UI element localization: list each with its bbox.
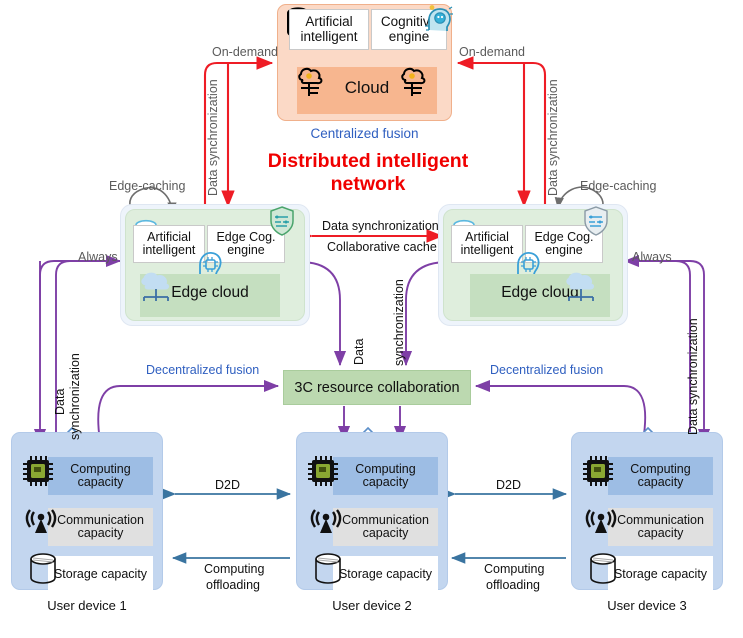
cpu-chip-icon-d3 (583, 456, 613, 486)
center-data-sync-line2: synchronization (392, 279, 406, 366)
d1-storage-line1: Storage capacity (53, 567, 148, 582)
antenna-icon-d2 (310, 509, 342, 533)
computing-offloading-label-2-line1: Computing (484, 562, 545, 576)
page-title-line2: network (330, 173, 406, 196)
device-1-communication-capacity: Communication capacity (48, 508, 153, 546)
edge-caching-label-right: Edge-caching (580, 179, 657, 193)
always-label-right: Always (632, 250, 672, 264)
user-device-3-label: User device 3 (607, 598, 687, 613)
computing-offloading-label-1-line1: Computing (204, 562, 265, 576)
page-title: Distributed intelligent network (253, 150, 483, 197)
cloud-network-icon-right (566, 272, 594, 301)
storage-cylinder-icon-d2 (315, 553, 341, 584)
data-sync-label-cloud-right: Data synchronization (546, 79, 560, 196)
d2-comm-line1: Communication (342, 512, 429, 527)
always-label-left: Always (78, 250, 118, 264)
edge-left-ai-line1: Artificial (147, 229, 191, 244)
antenna-icon-d1 (25, 509, 57, 533)
storage-cylinder-icon-d1 (30, 553, 56, 584)
edge-link-top-label: Data synchronization (322, 219, 439, 233)
on-demand-label-right: On-demand (459, 45, 526, 59)
d2-comm-line2: capacity (362, 526, 409, 540)
cpu-chip-icon-d2 (308, 456, 338, 486)
edge-right-ai-line2: intelligent (460, 243, 514, 257)
edge-caching-label-left: Edge-caching (109, 179, 186, 193)
d3-storage-line1: Storage capacity (613, 567, 708, 582)
cpu-chip-icon-d1 (23, 456, 53, 486)
data-sync-label-device-left-line2: synchronization (68, 353, 82, 440)
data-sync-label-cloud-left: Data synchronization (206, 79, 220, 196)
shield-circuit-icon-left (270, 206, 294, 236)
d3-comm-line1: Communication (617, 512, 704, 527)
d1-comm-line1: Communication (57, 512, 144, 527)
device-2-computing-capacity: Computing capacity (333, 457, 438, 495)
decentralized-fusion-label-left: Decentralized fusion (146, 363, 260, 377)
resource-collaboration-label: 3C resource collaboration (294, 380, 460, 396)
user-device-2-label: User device 2 (332, 598, 412, 613)
on-demand-label-left: On-demand (212, 45, 279, 59)
page-title-line1: Distributed intelligent (267, 150, 469, 172)
device-1-storage-capacity: Storage capacity (48, 556, 153, 594)
antenna-icon-d3 (585, 509, 617, 533)
edge-left-ai-line2: intelligent (142, 243, 196, 257)
d3-compute-line2: capacity (637, 475, 684, 489)
d2d-label-1: D2D (215, 478, 241, 492)
computing-offloading-label-1-line2: offloading (206, 578, 260, 592)
shield-circuit-icon-right (584, 206, 608, 236)
storage-cylinder-icon-d3 (590, 553, 616, 584)
device-2-storage-capacity: Storage capacity (333, 556, 438, 594)
d1-compute-line2: capacity (77, 475, 124, 489)
d3-compute-line1: Computing (630, 461, 691, 476)
centralized-fusion-caption: Centralized fusion (310, 126, 419, 141)
decentralized-fusion-label-right: Decentralized fusion (490, 363, 604, 377)
computing-offloading-label-2-line2: offloading (486, 578, 540, 592)
data-sync-label-device-left-line1: Data (53, 388, 67, 415)
center-data-sync-line1: Data (352, 338, 366, 365)
brain-head-icon-cloud (425, 5, 453, 31)
data-sync-label-device-right: Data synchronization (686, 318, 700, 435)
edge-right-ce-line2: engine (545, 243, 583, 257)
device-2-communication-capacity: Communication capacity (333, 508, 438, 546)
cloud-network-icon-left (141, 272, 169, 301)
cloud-tree-icon-left (298, 67, 323, 96)
d2d-label-2: D2D (496, 478, 522, 492)
device-1-computing-capacity: Computing capacity (48, 457, 153, 495)
d1-comm-line2: capacity (77, 526, 124, 540)
cloud-ai-line2: intelligent (300, 28, 358, 44)
d3-comm-line2: capacity (637, 526, 684, 540)
device-3-storage-capacity: Storage capacity (608, 556, 713, 594)
user-device-1-label: User device 1 (47, 598, 127, 613)
edge-right-ai-line1: Artificial (465, 229, 509, 244)
d2-compute-line1: Computing (355, 461, 416, 476)
device-3-communication-capacity: Communication capacity (608, 508, 713, 546)
edge-link-bottom-label: Collaborative cache (327, 240, 437, 254)
cloud-tree-icon-right (401, 67, 426, 96)
d2-storage-line1: Storage capacity (338, 567, 433, 582)
edge-left-ce-line1: Edge Cog. (216, 229, 276, 244)
d2-compute-line2: capacity (362, 475, 409, 489)
edge-left-ce-line2: engine (227, 243, 265, 257)
cloud-ai-chip: Artificial intelligent (289, 9, 369, 50)
device-3-computing-capacity: Computing capacity (608, 457, 713, 495)
cloud-ai-line1: Artificial (305, 13, 353, 29)
diagram-canvas: Artificial intelligent Cognitive engine … (0, 0, 743, 638)
d1-compute-line1: Computing (70, 461, 131, 476)
